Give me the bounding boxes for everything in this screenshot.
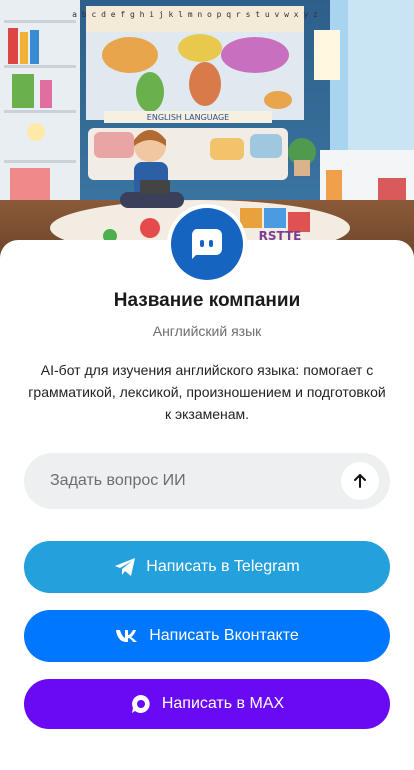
vk-button-label: Написать Вконтакте: [149, 627, 299, 644]
telegram-button[interactable]: Написать в Telegram: [24, 541, 390, 593]
company-category: Английский язык: [152, 323, 262, 339]
company-description: AI-бот для изучения английского языка: п…: [28, 362, 386, 422]
company-avatar: [167, 204, 247, 284]
english-banner: ENGLISH LANGUAGE: [147, 113, 229, 122]
chat-bot-icon: [171, 208, 243, 280]
max-button-label: Написать в MAX: [161, 695, 285, 712]
max-button[interactable]: Написать в MAX: [24, 679, 390, 729]
alphabet-strip: a b c d e f g h i j k l m n o p q r s t …: [72, 10, 318, 19]
send-button[interactable]: [341, 462, 379, 500]
telegram-button-label: Написать в Telegram: [146, 558, 300, 575]
vk-button[interactable]: Написать Вконтакте: [24, 610, 390, 662]
max-icon: [130, 693, 152, 715]
telegram-icon: [114, 557, 136, 577]
ask-ai-input[interactable]: [48, 471, 332, 491]
vk-icon: [115, 629, 139, 643]
company-name: Название компании: [113, 290, 301, 311]
ask-ai-field[interactable]: [24, 453, 390, 509]
arrow-up-icon: [354, 474, 366, 488]
